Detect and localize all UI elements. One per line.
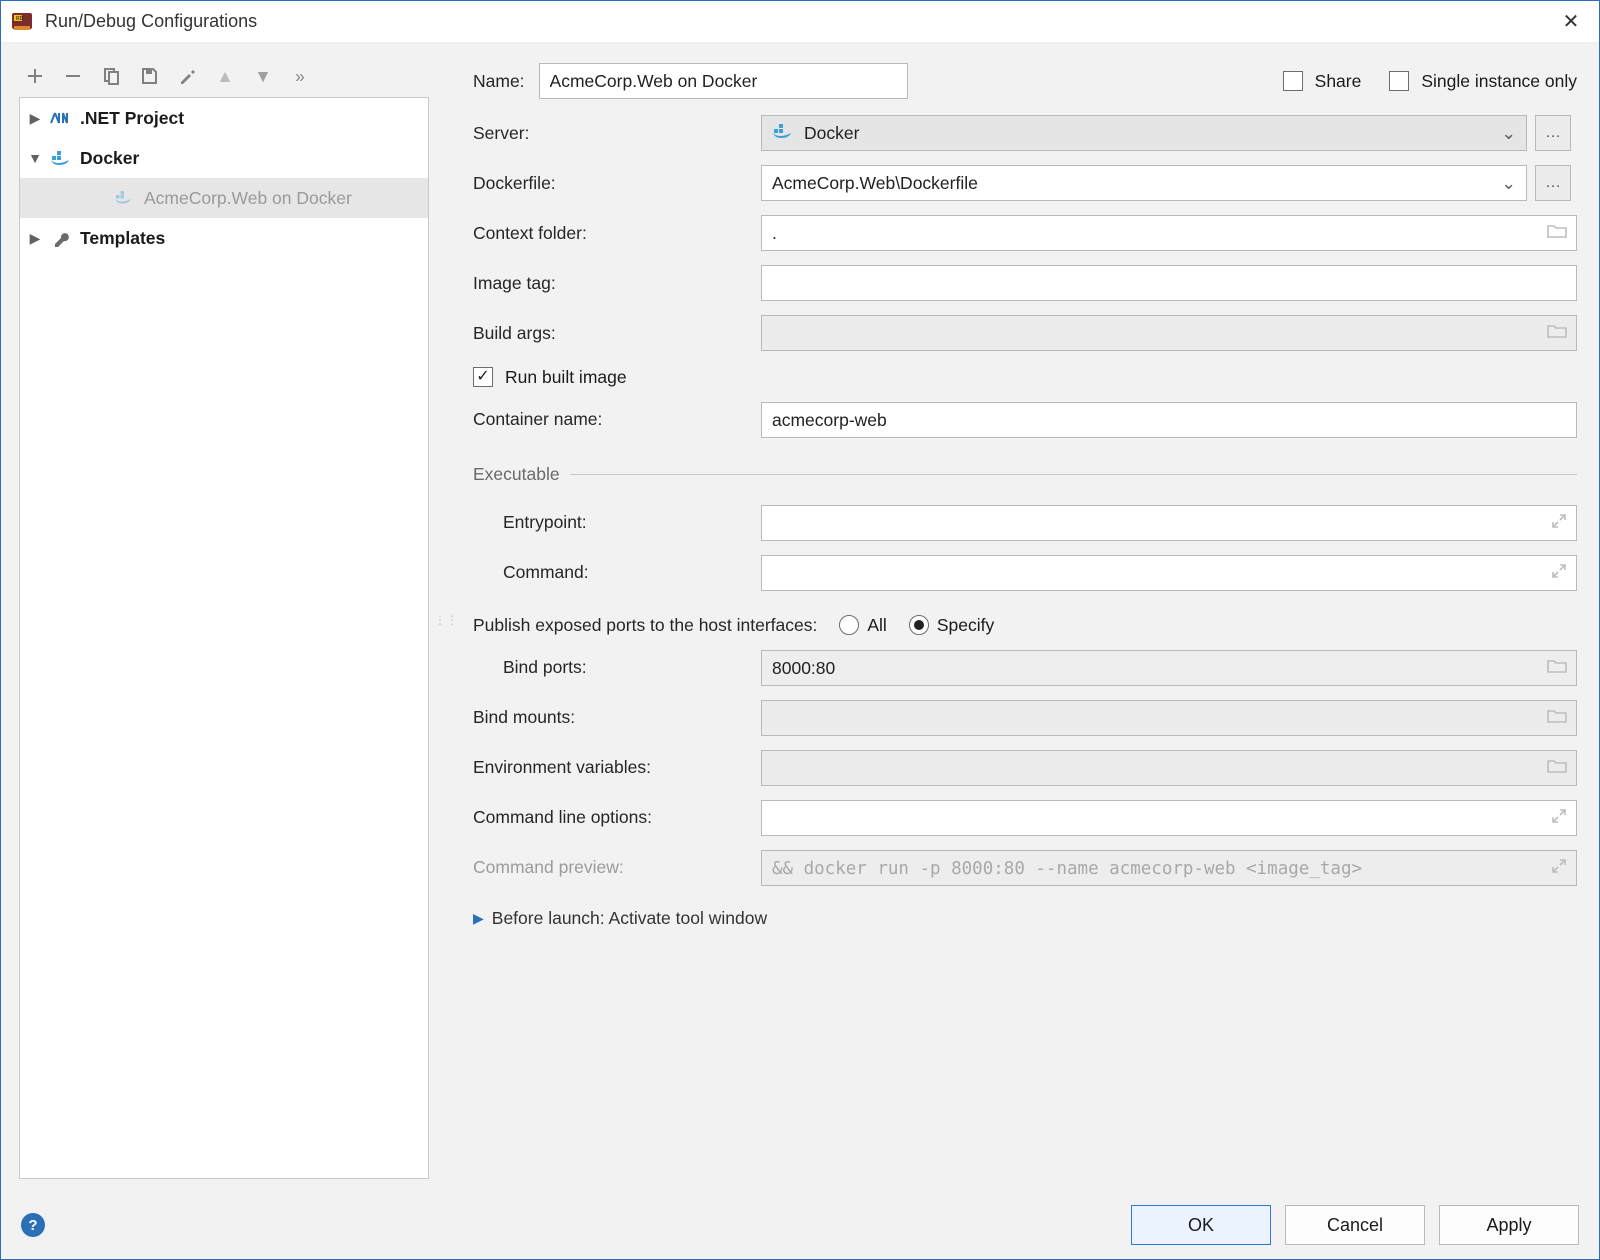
titlebar: RD Run/Debug Configurations ✕ bbox=[1, 1, 1599, 43]
cmd-line-opts-label: Command line options: bbox=[473, 807, 753, 828]
checkbox-icon bbox=[1283, 71, 1303, 91]
move-down-button[interactable]: ▼ bbox=[251, 64, 275, 88]
command-label: Command: bbox=[473, 562, 753, 583]
build-args-input[interactable] bbox=[761, 315, 1577, 351]
bind-mounts-label: Bind mounts: bbox=[473, 707, 753, 728]
chevron-down-icon: ⌄ bbox=[1501, 115, 1516, 151]
net-icon bbox=[50, 111, 72, 125]
build-args-label: Build args: bbox=[473, 323, 753, 344]
server-combo[interactable]: Docker ⌄ bbox=[761, 115, 1527, 151]
docker-icon bbox=[50, 150, 72, 166]
tree-node-net-project[interactable]: ▶ .NET Project bbox=[20, 98, 428, 138]
image-tag-input[interactable] bbox=[761, 265, 1577, 301]
share-label: Share bbox=[1315, 71, 1362, 92]
tree-node-docker-child[interactable]: AcmeCorp.Web on Docker bbox=[20, 178, 428, 218]
chevron-down-icon: ⌄ bbox=[1501, 165, 1516, 201]
checkbox-icon bbox=[1389, 71, 1409, 91]
window-title: Run/Debug Configurations bbox=[45, 11, 1551, 32]
docker-config-icon bbox=[114, 191, 136, 205]
env-vars-input[interactable] bbox=[761, 750, 1577, 786]
bind-mounts-input[interactable] bbox=[761, 700, 1577, 736]
help-button[interactable]: ? bbox=[21, 1213, 45, 1237]
ok-button[interactable]: OK bbox=[1131, 1205, 1271, 1245]
splitter-handle[interactable]: ⋮⋮ bbox=[443, 61, 449, 1179]
close-button[interactable]: ✕ bbox=[1551, 9, 1591, 34]
config-tree[interactable]: ▶ .NET Project ▼ Docker bbox=[19, 97, 429, 1179]
radio-icon bbox=[909, 615, 929, 635]
container-name-input[interactable] bbox=[761, 402, 1577, 438]
executable-section: Executable bbox=[473, 464, 1577, 485]
context-folder-label: Context folder: bbox=[473, 223, 753, 244]
context-folder-input[interactable] bbox=[761, 215, 1577, 251]
run-built-image-checkbox[interactable]: Run built image bbox=[473, 367, 627, 388]
radio-icon bbox=[839, 615, 859, 635]
section-label: Executable bbox=[473, 464, 560, 485]
save-button[interactable] bbox=[137, 64, 161, 88]
tree-node-templates[interactable]: ▶ Templates bbox=[20, 218, 428, 258]
add-button[interactable] bbox=[23, 64, 47, 88]
cancel-button[interactable]: Cancel bbox=[1285, 1205, 1425, 1245]
chevron-right-icon: ▶ bbox=[28, 230, 42, 247]
chevron-down-icon: ▼ bbox=[28, 150, 42, 166]
single-instance-label: Single instance only bbox=[1421, 71, 1577, 92]
ports-specify-radio[interactable]: Specify bbox=[909, 615, 994, 636]
server-browse-button[interactable]: … bbox=[1535, 115, 1571, 151]
dialog-body: ▲ ▼ » ▶ .NET Project ▼ Docker bbox=[1, 43, 1599, 1191]
form-grid: Server: Docker ⌄ … Dockerfile: AcmeCorp.… bbox=[473, 115, 1577, 886]
move-up-button[interactable]: ▲ bbox=[213, 64, 237, 88]
tree-label: Templates bbox=[80, 228, 165, 249]
entrypoint-input[interactable] bbox=[761, 505, 1577, 541]
name-input[interactable] bbox=[539, 63, 908, 99]
bind-ports-label: Bind ports: bbox=[473, 657, 753, 678]
ports-all-radio[interactable]: All bbox=[839, 615, 886, 636]
apply-button[interactable]: Apply bbox=[1439, 1205, 1579, 1245]
form-panel: Name: Share Single instance only Server: bbox=[463, 61, 1581, 1179]
run-built-image-label: Run built image bbox=[505, 367, 627, 388]
wrench-icon bbox=[50, 229, 72, 247]
image-tag-label: Image tag: bbox=[473, 273, 753, 294]
tree-node-docker[interactable]: ▼ Docker bbox=[20, 138, 428, 178]
left-panel: ▲ ▼ » ▶ .NET Project ▼ Docker bbox=[19, 61, 429, 1179]
name-label: Name: bbox=[473, 71, 525, 92]
entrypoint-label: Entrypoint: bbox=[473, 512, 753, 533]
app-icon: RD bbox=[9, 9, 35, 35]
publish-ports-label: Publish exposed ports to the host interf… bbox=[473, 615, 817, 636]
remove-button[interactable] bbox=[61, 64, 85, 88]
before-launch-label: Before launch: Activate tool window bbox=[492, 908, 767, 929]
dockerfile-combo[interactable]: AcmeCorp.Web\Dockerfile ⌄ bbox=[761, 165, 1527, 201]
dialog-footer: ? OK Cancel Apply bbox=[1, 1191, 1599, 1259]
ports-all-label: All bbox=[867, 615, 886, 636]
container-name-label: Container name: bbox=[473, 409, 753, 430]
tree-label: AcmeCorp.Web on Docker bbox=[144, 188, 352, 209]
edit-defaults-button[interactable] bbox=[175, 64, 199, 88]
cmd-preview-display: && docker run -p 8000:80 --name acmecorp… bbox=[761, 850, 1577, 886]
bind-ports-input[interactable] bbox=[761, 650, 1577, 686]
docker-icon bbox=[772, 115, 794, 151]
chevron-right-icon: ▶ bbox=[28, 110, 42, 127]
tree-label: .NET Project bbox=[80, 108, 184, 129]
before-launch-expander[interactable]: ▶ Before launch: Activate tool window bbox=[473, 908, 1577, 929]
server-value: Docker bbox=[804, 115, 859, 151]
server-label: Server: bbox=[473, 123, 753, 144]
dockerfile-browse-button[interactable]: … bbox=[1535, 165, 1571, 201]
config-toolbar: ▲ ▼ » bbox=[19, 61, 429, 97]
svg-text:RD: RD bbox=[16, 16, 24, 22]
share-checkbox[interactable]: Share bbox=[1283, 71, 1362, 92]
cmd-preview-label: Command preview: bbox=[473, 857, 753, 878]
checkbox-icon bbox=[473, 367, 493, 387]
dockerfile-value: AcmeCorp.Web\Dockerfile bbox=[772, 165, 978, 201]
tree-label: Docker bbox=[80, 148, 139, 169]
ports-specify-label: Specify bbox=[937, 615, 994, 636]
single-instance-checkbox[interactable]: Single instance only bbox=[1389, 71, 1577, 92]
env-vars-label: Environment variables: bbox=[473, 757, 753, 778]
copy-button[interactable] bbox=[99, 64, 123, 88]
command-input[interactable] bbox=[761, 555, 1577, 591]
chevron-right-icon: ▶ bbox=[473, 910, 484, 927]
cmd-line-opts-input[interactable] bbox=[761, 800, 1577, 836]
dockerfile-label: Dockerfile: bbox=[473, 173, 753, 194]
more-button[interactable]: » bbox=[289, 64, 313, 88]
dialog-window: RD Run/Debug Configurations ✕ ▲ ▼ » ▶ bbox=[0, 0, 1600, 1260]
